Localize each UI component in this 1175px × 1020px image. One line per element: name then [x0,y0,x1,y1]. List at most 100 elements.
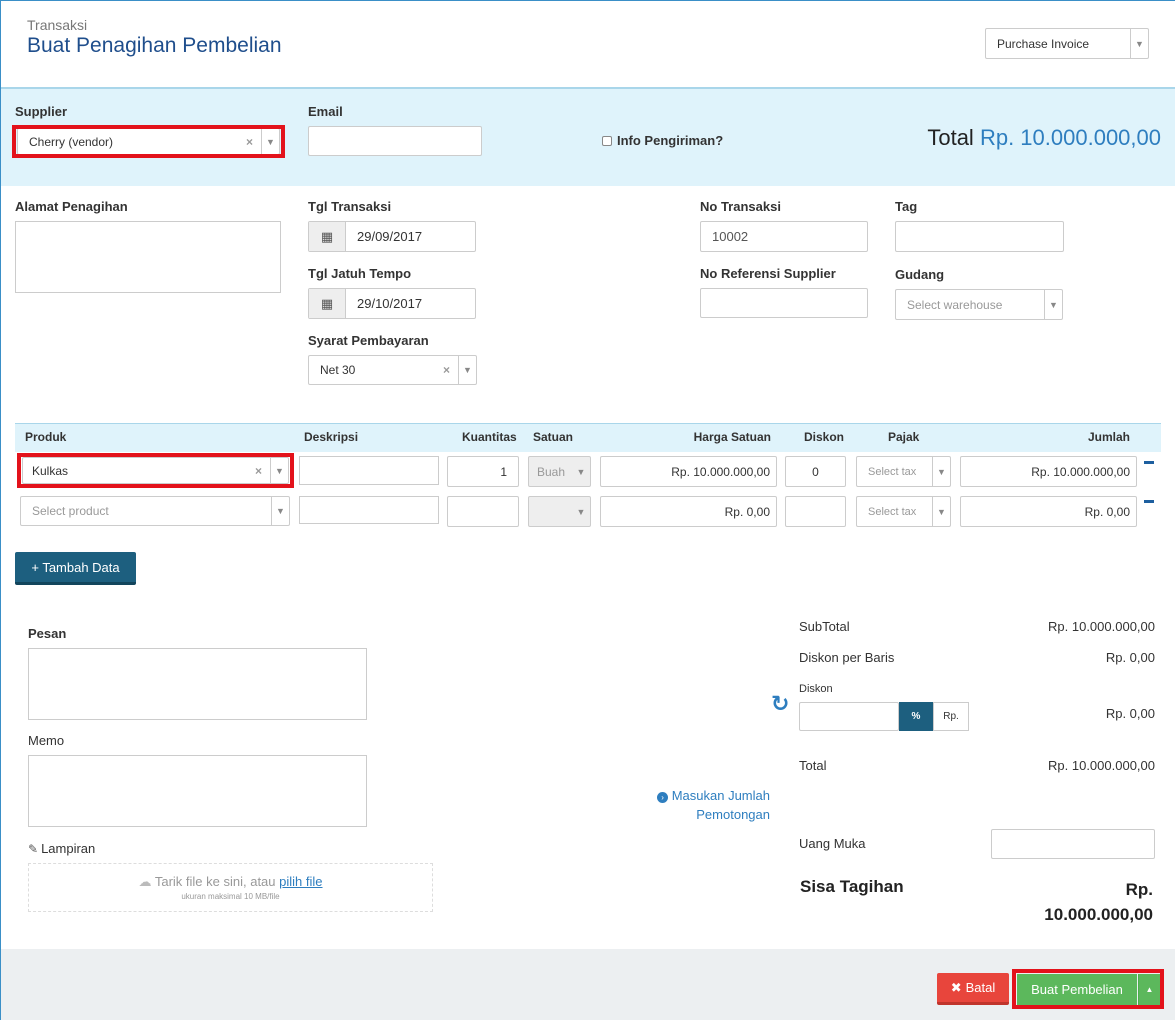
trans-no-label: No Transaksi [700,199,781,214]
tax-select[interactable]: Select tax ▼ [856,496,951,527]
grand-total-value: Rp. 10.000.000,00 [979,125,1161,150]
description-field[interactable] [299,496,439,524]
cancel-button[interactable]: ✖ Batal [937,973,1009,1005]
dropzone-text: Tarik file ke sini, atau [154,874,276,889]
email-field[interactable] [308,126,482,156]
dropzone-hint: ukuran maksimal 10 MB/file [181,892,280,901]
cloud-upload-icon: ☁ [138,874,152,889]
due-date-value: 29/10/2017 [357,296,423,311]
doc-type-select[interactable]: Purchase Invoice ▼ [985,28,1149,59]
col-description: Deskripsi [304,430,359,444]
billing-address-label: Alamat Penagihan [15,199,128,214]
unit-select: ▼ [528,496,591,527]
down-payment-field[interactable] [991,829,1155,859]
shipping-info-toggle[interactable]: Info Pengiriman? [602,133,723,148]
balance-value-amount: 10.000.000,00 [1044,905,1153,924]
summary-total-label: Total [799,758,827,773]
choose-file-link[interactable]: pilih file [279,874,322,889]
grand-total: Total Rp. 10.000.000,00 [927,125,1161,151]
subtotal-value: Rp. 10.000.000,00 [1048,619,1155,634]
unit-value: Buah [537,464,566,479]
add-row-button[interactable]: + Tambah Data [15,552,136,585]
unit-price-field[interactable]: Rp. 0,00 [600,496,777,527]
message-label: Pesan [28,626,67,641]
warehouse-label: Gudang [895,267,945,282]
email-label: Email [308,104,343,119]
tag-label: Tag [895,199,918,214]
chevron-down-icon: ▼ [458,356,476,384]
breadcrumb: Transaksi [27,17,88,33]
tax-placeholder: Select tax [868,465,917,478]
withholding-link-line2: Pemotongan [696,807,770,822]
product-select[interactable]: Select product ▼ [20,496,290,526]
clear-icon[interactable]: × [443,363,450,377]
discount-field[interactable]: 0 [785,456,846,487]
grand-total-label: Total [927,125,974,150]
shipping-checkbox[interactable] [602,135,612,146]
billing-address-field[interactable] [15,221,281,293]
page-title: Buat Penagihan Pembelian [27,34,282,57]
message-field[interactable] [28,648,367,720]
paperclip-icon: ✎ [28,841,39,856]
due-date-field[interactable]: ▦ 29/10/2017 [308,288,476,319]
discount-field[interactable] [785,496,846,527]
quantity-field[interactable] [447,496,519,527]
payment-terms-label: Syarat Pembayaran [308,333,429,348]
supplier-ref-field[interactable] [700,288,868,318]
description-field[interactable] [299,456,439,485]
warehouse-select[interactable]: Select warehouse ▼ [895,289,1063,320]
table-header [15,423,1161,452]
discount-label: Diskon [799,683,833,695]
supplier-label: Supplier [15,104,68,119]
shipping-label: Info Pengiriman? [617,133,724,148]
supplier-highlight [12,125,285,158]
unit-select: Buah ▼ [528,456,591,487]
due-date-label: Tgl Jatuh Tempo [308,266,412,281]
line-discount-label: Diskon per Baris [799,650,895,665]
col-product: Produk [25,430,67,444]
discount-input[interactable] [799,702,899,731]
balance-value-currency: Rp. [1125,880,1153,899]
refresh-icon[interactable]: ↻ [771,691,789,717]
tag-field[interactable] [895,221,1064,252]
file-dropzone[interactable]: ☁ Tarik file ke sini, atau pilih file uk… [28,863,433,912]
trans-no-field[interactable]: 10002 [700,221,868,252]
remove-row-icon[interactable] [1144,461,1154,464]
memo-field[interactable] [28,755,367,827]
discount-percent-toggle[interactable]: % [899,702,933,731]
calendar-icon[interactable]: ▦ [309,289,346,318]
doc-type-value: Purchase Invoice [997,36,1090,51]
close-icon: ✖ [950,979,962,995]
col-unit-price: Harga Satuan [693,430,771,444]
product-placeholder: Select product [32,504,109,518]
down-payment-label: Uang Muka [799,836,866,851]
trans-date-label: Tgl Transaksi [308,199,392,214]
payment-terms-value: Net 30 [320,363,356,377]
remove-row-icon[interactable] [1144,500,1154,503]
withholding-link[interactable]: › Masukan Jumlah Pemotongan [621,786,770,824]
unit-price-field[interactable]: Rp. 10.000.000,00 [600,456,777,487]
tax-select[interactable]: Select tax ▼ [856,456,951,487]
discount-rp-toggle[interactable]: Rp. [933,702,969,731]
product-highlight [17,453,294,488]
memo-label: Memo [28,733,65,748]
chevron-down-icon: ▼ [576,466,586,477]
cancel-label: Batal [965,980,996,995]
amount-field: Rp. 0,00 [960,496,1137,527]
calendar-icon[interactable]: ▦ [309,222,346,251]
warehouse-placeholder: Select warehouse [907,297,1003,312]
col-unit: Satuan [533,430,574,444]
supplier-ref-label: No Referensi Supplier [700,266,836,281]
submit-highlight [1012,969,1164,1009]
trans-date-field[interactable]: ▦ 29/09/2017 [308,221,476,252]
payment-terms-select[interactable]: Net 30 × ▼ [308,355,477,385]
line-discount-value: Rp. 0,00 [1105,650,1155,665]
purchase-invoice-page: Transaksi Buat Penagihan Pembelian Purch… [0,0,1175,1020]
withholding-link-line1: Masukan Jumlah [671,788,770,803]
chevron-down-icon: ▼ [932,497,950,526]
dropzone-text-line: ☁ Tarik file ke sini, atau pilih file [29,874,432,890]
quantity-field[interactable]: 1 [447,456,519,487]
subtotal-label: SubTotal [799,619,850,634]
chevron-down-icon: ▼ [932,457,950,486]
col-discount: Diskon [804,430,845,444]
